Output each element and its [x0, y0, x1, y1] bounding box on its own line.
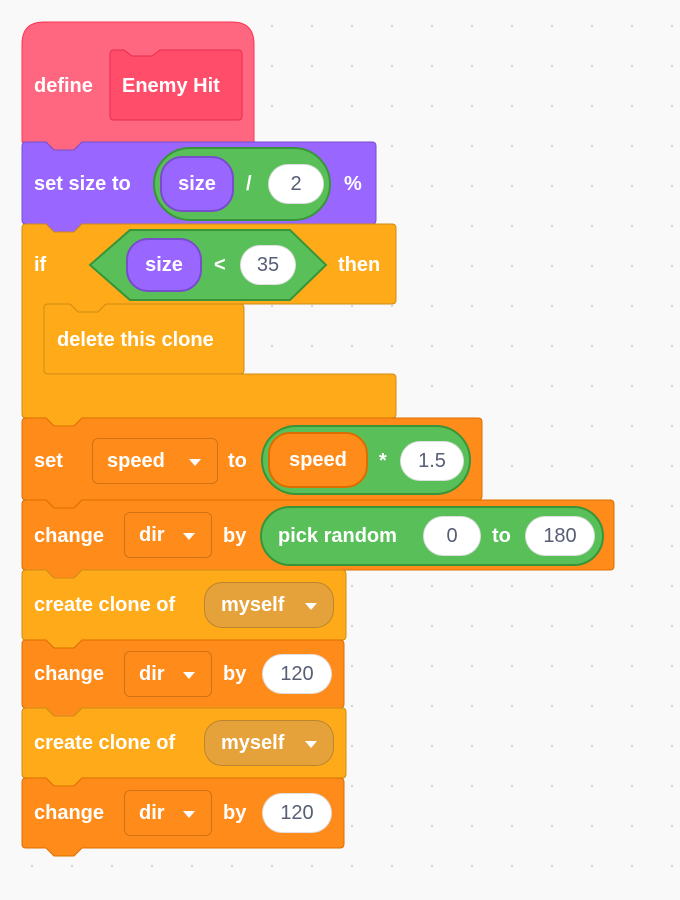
chevron-down-icon [183, 672, 195, 679]
dir-variable-dropdown[interactable]: dir [124, 651, 212, 697]
custom-block-name[interactable]: Enemy Hit [122, 74, 220, 98]
dir-variable-label: dir [139, 801, 165, 824]
by-label: by [223, 663, 247, 685]
to-label: to [228, 450, 247, 472]
clone-target-dropdown[interactable]: myself [204, 582, 334, 628]
dir-variable-label: dir [139, 523, 165, 546]
clone-target-dropdown[interactable]: myself [204, 720, 334, 766]
chevron-down-icon [305, 603, 317, 610]
speed-reporter[interactable]: speed [268, 432, 368, 488]
divide-operator-label: / [246, 173, 252, 195]
create-clone-label: create clone of [34, 594, 176, 616]
set-size-label: set size to [34, 173, 131, 195]
dir-variable-dropdown[interactable]: dir [124, 512, 212, 558]
by-label: by [223, 802, 247, 824]
multiply-operator-label: * [379, 450, 387, 472]
change-amount-input[interactable]: 120 [262, 654, 332, 694]
chevron-down-icon [189, 459, 201, 466]
multiplier-input[interactable]: 1.5 [400, 441, 464, 481]
clone-target-label: myself [221, 731, 285, 754]
random-to-label: to [492, 525, 511, 547]
change-keyword: change [34, 802, 105, 824]
set-keyword: set [34, 450, 63, 472]
divisor-input[interactable]: 2 [268, 164, 324, 204]
speed-variable-dropdown[interactable]: speed [92, 438, 218, 484]
percent-label: % [344, 173, 362, 195]
random-from-input[interactable]: 0 [423, 516, 481, 556]
by-label: by [223, 525, 247, 547]
chevron-down-icon [183, 533, 195, 540]
threshold-input[interactable]: 35 [240, 245, 296, 285]
create-clone-label: create clone of [34, 732, 176, 754]
delete-clone-label: delete this clone [57, 329, 214, 351]
change-amount-input[interactable]: 120 [262, 793, 332, 833]
less-than-label: < [214, 254, 226, 276]
change-keyword: change [34, 525, 105, 547]
dir-variable-label: dir [139, 662, 165, 685]
chevron-down-icon [305, 741, 317, 748]
random-to-input[interactable]: 180 [525, 516, 595, 556]
script-stack[interactable]: define Enemy Hit set size to size / 2 % … [0, 0, 680, 900]
speed-variable-label: speed [107, 449, 165, 472]
pick-random-label: pick random [278, 525, 397, 547]
size-reporter[interactable]: size [160, 156, 234, 212]
chevron-down-icon [183, 811, 195, 818]
if-size-reporter[interactable]: size [126, 238, 202, 292]
if-keyword: if [34, 254, 47, 276]
change-keyword: change [34, 663, 105, 685]
dir-variable-dropdown[interactable]: dir [124, 790, 212, 836]
clone-target-label: myself [221, 593, 285, 616]
define-keyword: define [34, 75, 93, 97]
then-label: then [338, 254, 381, 276]
